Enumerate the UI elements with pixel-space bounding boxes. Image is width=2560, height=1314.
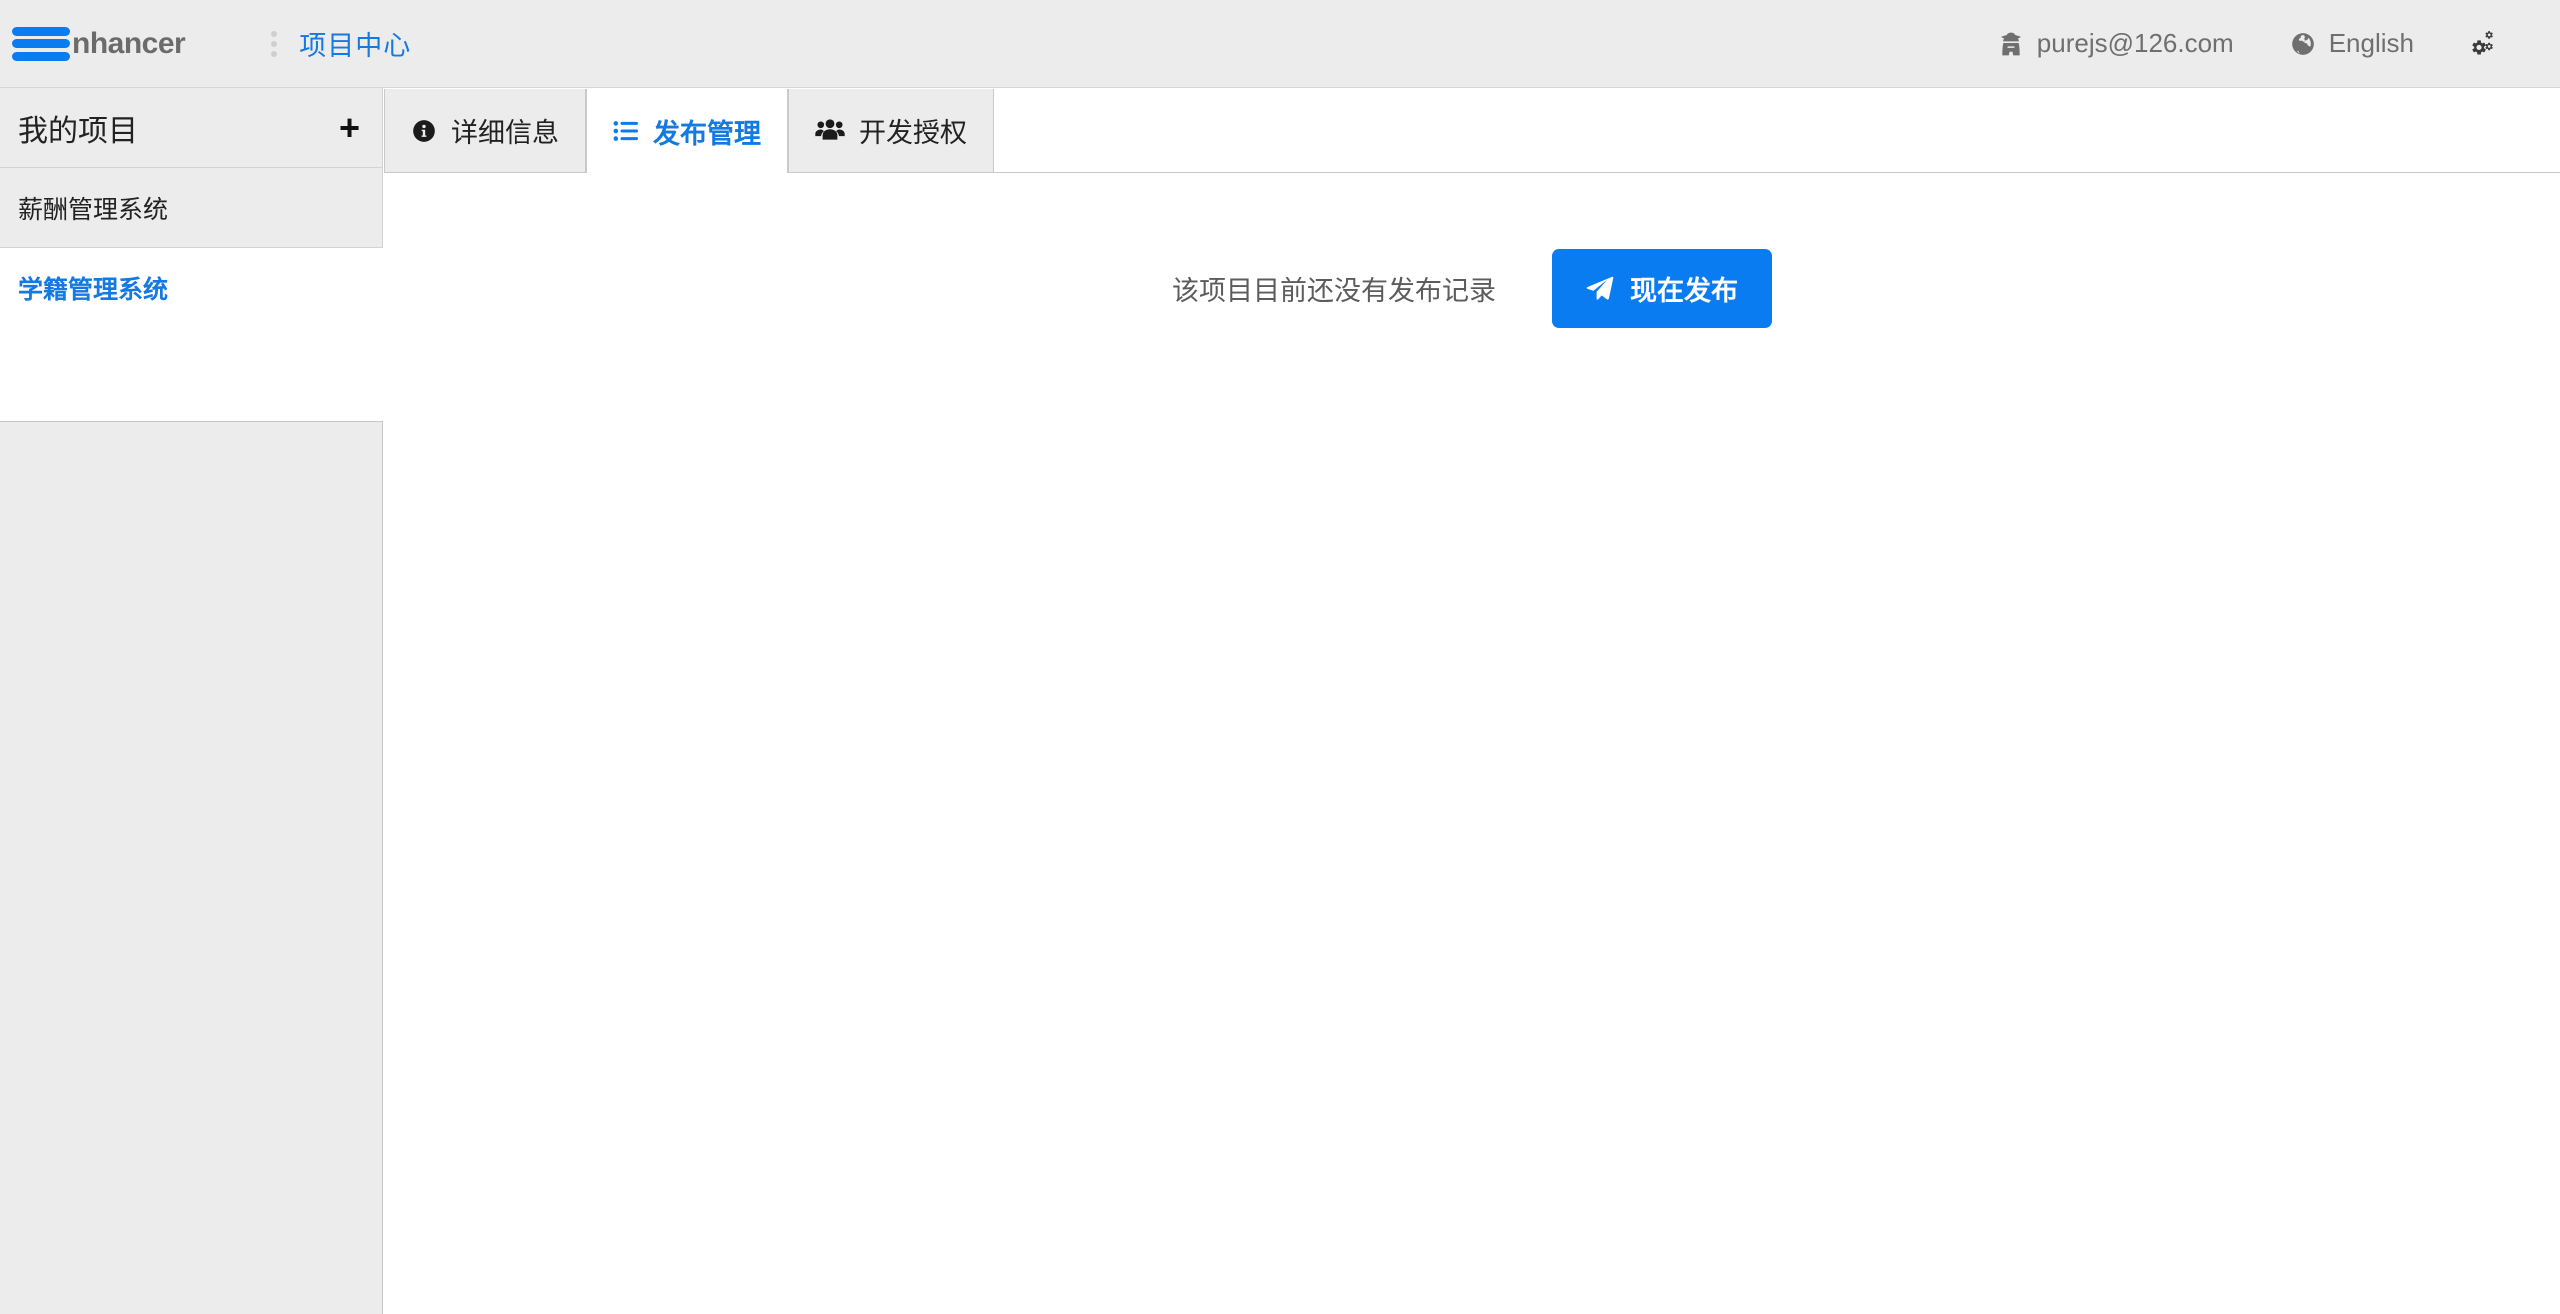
hamburger-bars-logo-icon bbox=[12, 26, 70, 61]
header-actions: purejs@126.com English bbox=[1970, 28, 2560, 59]
main-content-panel: 该项目目前还没有发布记录 现在发布 bbox=[384, 173, 2560, 1314]
breadcrumb-link-project-center[interactable]: 项目中心 bbox=[299, 24, 411, 63]
sidebar-item-label: 薪酬管理系统 bbox=[18, 195, 169, 224]
empty-state-message: 该项目目前还没有发布记录 bbox=[1172, 276, 1496, 306]
globe-icon bbox=[2290, 31, 2316, 57]
account-email: purejs@126.com bbox=[2036, 28, 2234, 58]
sidebar-item-label: 学籍管理系统 bbox=[18, 275, 169, 304]
sidebar-header: 我的项目 + bbox=[0, 88, 383, 168]
publish-now-label: 现在发布 bbox=[1630, 276, 1738, 306]
sidebar-empty-area bbox=[0, 421, 383, 1314]
add-project-button[interactable]: + bbox=[339, 109, 360, 146]
users-group-icon bbox=[815, 118, 845, 144]
cogs-icon bbox=[2470, 30, 2500, 58]
language-label: English bbox=[2328, 28, 2414, 58]
paper-plane-icon bbox=[1586, 275, 1614, 303]
breadcrumb: 项目中心 bbox=[265, 24, 411, 63]
brand-logo[interactable]: nhancer bbox=[12, 0, 186, 88]
tab-label: 详细信息 bbox=[451, 118, 559, 148]
tab-label: 开发授权 bbox=[859, 118, 967, 148]
language-switcher[interactable]: English bbox=[2262, 28, 2442, 59]
ellipsis-vertical-icon[interactable] bbox=[265, 29, 283, 59]
empty-state: 该项目目前还没有发布记录 现在发布 bbox=[384, 249, 2560, 328]
sidebar: 我的项目 + 薪酬管理系统 学籍管理系统 bbox=[0, 88, 383, 1314]
page-title: 我的项目 bbox=[18, 114, 138, 148]
tab-publish-management[interactable]: 发布管理 bbox=[586, 89, 788, 173]
account-menu[interactable]: purejs@126.com bbox=[1970, 28, 2262, 59]
tab-label: 发布管理 bbox=[653, 118, 761, 149]
user-secret-icon bbox=[1998, 31, 2024, 57]
tab-bar: 详细信息 发布管理 开发授权 bbox=[384, 89, 2560, 173]
top-header-bar: nhancer 项目中心 purejs@126.com English bbox=[0, 0, 2560, 88]
sidebar-item-student-registry-system[interactable]: 学籍管理系统 bbox=[0, 248, 383, 328]
info-circle-icon bbox=[411, 118, 437, 144]
tab-details[interactable]: 详细信息 bbox=[384, 89, 586, 172]
brand-name: nhancer bbox=[72, 26, 186, 60]
publish-now-button[interactable]: 现在发布 bbox=[1552, 249, 1772, 328]
sidebar-item-salary-system[interactable]: 薪酬管理系统 bbox=[0, 168, 383, 248]
list-ul-icon bbox=[613, 118, 639, 144]
tab-development-authorization[interactable]: 开发授权 bbox=[788, 89, 994, 172]
settings-button[interactable] bbox=[2442, 30, 2528, 58]
